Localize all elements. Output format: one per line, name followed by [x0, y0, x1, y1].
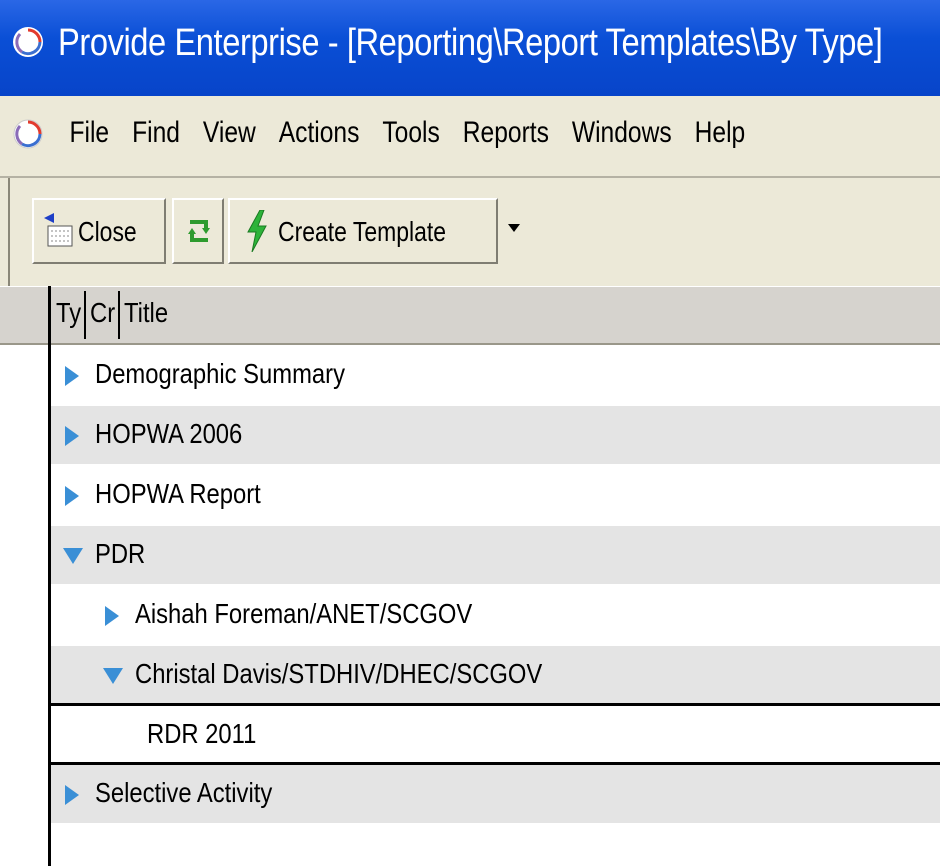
row-title: HOPWA 2006: [95, 418, 243, 449]
create-template-dropdown[interactable]: [500, 198, 530, 264]
row-title: RDR 2011: [147, 718, 257, 749]
expand-twisty-icon[interactable]: [105, 606, 119, 626]
refresh-icon: [188, 220, 210, 242]
toolbar: Close Create Template: [0, 178, 940, 286]
provide-menu-icon[interactable]: [12, 118, 44, 150]
tree-row[interactable]: Demographic Summary: [51, 346, 940, 404]
tree-row[interactable]: PDR: [51, 526, 940, 584]
row-title: Aishah Foreman/ANET/SCGOV: [135, 598, 473, 629]
refresh-button[interactable]: [172, 198, 224, 264]
menu-file[interactable]: File: [58, 116, 121, 150]
expand-twisty-icon[interactable]: [65, 785, 79, 805]
menu-actions[interactable]: Actions: [267, 116, 371, 150]
column-title[interactable]: Title: [124, 297, 168, 329]
collapse-twisty-icon[interactable]: [63, 548, 83, 564]
create-template-label: Create Template: [278, 216, 447, 247]
menu-view[interactable]: View: [191, 116, 267, 150]
menu-bar: File Find View Actions Tools Reports Win…: [0, 96, 940, 178]
tree-row[interactable]: Selective Activity: [51, 765, 940, 823]
tree-row[interactable]: Aishah Foreman/ANET/SCGOV: [51, 586, 940, 644]
column-header: Ty Cr Title: [0, 286, 940, 345]
menu-find[interactable]: Find: [121, 116, 192, 150]
close-button-label: Close: [78, 216, 137, 247]
row-title: Demographic Summary: [95, 358, 345, 389]
column-created[interactable]: Cr: [90, 297, 115, 329]
close-view-icon: [44, 213, 73, 247]
tree-row[interactable]: Christal Davis/STDHIV/DHEC/SCGOV: [51, 646, 940, 704]
row-title: HOPWA Report: [95, 478, 261, 509]
row-title: Selective Activity: [95, 777, 273, 808]
menu-tools[interactable]: Tools: [371, 116, 451, 150]
expand-twisty-icon[interactable]: [65, 486, 79, 506]
tree-row[interactable]: HOPWA Report: [51, 466, 940, 524]
tree-left-guide: [48, 286, 51, 866]
title-bar: Provide Enterprise - [Reporting\Report T…: [0, 0, 940, 96]
expand-twisty-icon[interactable]: [65, 366, 79, 386]
create-template-button[interactable]: Create Template: [228, 198, 498, 264]
expand-twisty-icon[interactable]: [65, 426, 79, 446]
menu-help[interactable]: Help: [683, 116, 757, 150]
tree-row-selected[interactable]: RDR 2011: [51, 706, 940, 764]
column-divider[interactable]: [118, 291, 120, 339]
tree-row[interactable]: HOPWA 2006: [51, 406, 940, 464]
provide-app-icon: [13, 27, 43, 57]
column-divider[interactable]: [84, 291, 86, 339]
collapse-twisty-icon[interactable]: [103, 668, 123, 684]
toolbar-grip: [8, 178, 10, 286]
lightning-icon: [247, 210, 267, 252]
close-button[interactable]: Close: [32, 198, 166, 264]
menu-windows[interactable]: Windows: [560, 116, 683, 150]
window-title: Provide Enterprise - [Reporting\Report T…: [58, 22, 883, 64]
column-type[interactable]: Ty: [56, 297, 81, 329]
row-title: PDR: [95, 538, 146, 569]
row-title: Christal Davis/STDHIV/DHEC/SCGOV: [135, 658, 543, 689]
chevron-down-icon: [508, 224, 520, 232]
menu-reports[interactable]: Reports: [451, 116, 560, 150]
